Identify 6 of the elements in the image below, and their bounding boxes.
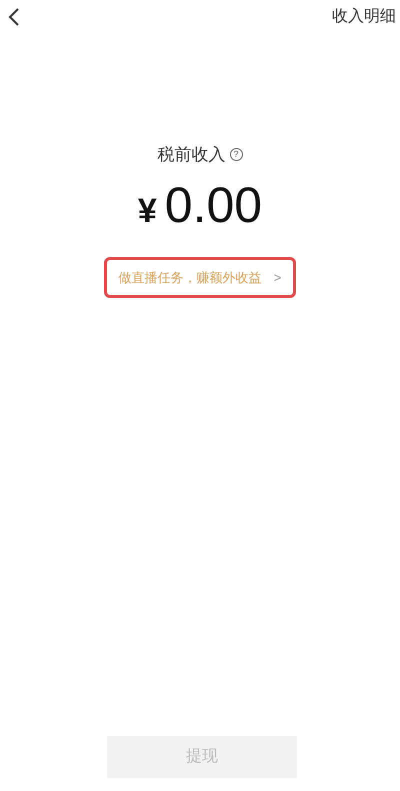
help-icon[interactable]: ? <box>230 148 242 162</box>
back-icon[interactable] <box>8 7 20 27</box>
income-label: 税前收入 <box>158 144 226 166</box>
currency-symbol: ¥ <box>138 190 157 232</box>
income-details-link[interactable]: 收入明细 <box>332 5 396 29</box>
income-amount: 0.00 <box>164 180 262 230</box>
